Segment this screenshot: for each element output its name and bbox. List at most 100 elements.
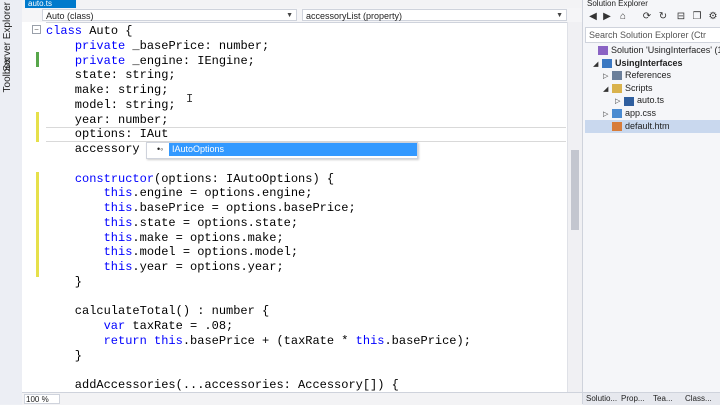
code-keyword: class [46,24,83,38]
code-area[interactable]: class Auto { private _basePrice: number;… [46,22,566,392]
code-line: addAccessories(...accessories: Accessory… [46,378,399,393]
change-bar-unsaved [36,112,39,142]
code-text: _basePrice: number; [125,38,270,53]
navigation-bar: Auto (class) ▼ accessoryList (property) … [22,8,582,23]
editor-tab-bar: auto.ts [22,0,582,8]
expanded-arrow-icon[interactable]: ◢ [603,83,612,96]
forward-icon[interactable]: ▶ [601,11,613,23]
code-line: private _engine: IEngine; [46,54,255,69]
solution-search-input[interactable]: Search Solution Explorer (Ctr [585,27,720,43]
tree-item[interactable]: ▷ References [603,69,671,82]
tree-item-label: UsingInterfaces [615,57,683,68]
tree-item[interactable]: Solution 'UsingInterfaces' (1 p [589,44,720,57]
tree-item-label: Scripts [625,82,653,93]
code-text: .basePrice = options.basePrice; [132,201,356,215]
code-keyword: constructor [74,171,155,186]
code-line: this.make = options.make; [46,231,284,246]
code-keyword: this [103,186,133,201]
code-line: } [46,349,82,364]
code-text: } [46,274,83,289]
tree-item[interactable]: ◢ Scripts [603,82,653,95]
chevron-down-icon: ▼ [556,12,563,19]
code-line: return this.basePrice + (taxRate * this.… [46,334,471,349]
code-line: this.model = options.model; [46,245,298,260]
code-line: private _basePrice: number; [46,39,269,54]
refresh-icon[interactable]: ↻ [657,11,669,23]
properties-icon[interactable]: ⚙ [707,11,719,23]
sync-icon[interactable]: ⟳ [641,11,653,23]
code-line: constructor(options: IAutoOptions) { [46,172,334,187]
tab-solution-explorer[interactable]: Solutio... [586,394,617,404]
tab-class-view[interactable]: Class... [685,394,712,404]
change-bar-unsaved [36,172,39,277]
code-text: (options: IAutoOptions) { [154,171,335,186]
code-line: class Auto { [46,24,132,39]
back-icon[interactable]: ◀ [587,11,599,23]
code-keyword: this [103,201,133,215]
tree-item[interactable]: ◢ UsingInterfaces [593,57,683,70]
code-keyword: this [103,260,133,274]
code-line: make: string; [46,83,169,98]
code-text: .engine = options.engine; [132,186,313,201]
zoom-dropdown[interactable]: 100 % [24,394,60,404]
tree-item-label: default.htm [625,120,670,131]
vertical-scrollbar[interactable] [567,22,583,392]
class-dropdown-value: Auto (class) [46,11,94,21]
interface-icon: •◦ [157,144,164,154]
tab-auto-ts[interactable]: auto.ts [25,0,76,8]
collapse-icon[interactable]: − [32,25,41,34]
code-line: } [46,275,82,290]
tree-item[interactable]: ▷ auto.ts [615,94,664,107]
code-line: this.year = options.year; [46,260,284,275]
left-tool-strip: Server Explorer Toolbox [0,0,23,404]
intellisense-item-selected[interactable]: IAutoOptions [169,143,417,156]
solution-icon [598,46,608,56]
code-editor: auto.ts Auto (class) ▼ accessoryList (pr… [22,0,583,405]
code-keyword: private [74,53,126,68]
code-keyword: this [154,333,183,348]
tab-properties[interactable]: Prop... [621,394,645,404]
code-text: state: string; [46,68,176,83]
code-text: make: string; [46,83,169,97]
code-text: .year = options.year; [132,260,284,274]
chevron-down-icon: ▼ [286,12,293,19]
show-all-files-icon[interactable]: ❐ [691,11,703,23]
class-dropdown[interactable]: Auto (class) ▼ [42,9,297,21]
code-line: this.basePrice = options.basePrice; [46,201,356,216]
code-text: Auto { [82,24,133,38]
tree-item-label: Solution 'UsingInterfaces' (1 p [611,45,720,55]
solution-explorer-toolbar: ◀ ▶ ⌂ ⟳ ↻ ⊟ ❐ ⚙ [583,8,720,26]
code-text: .state = options.state; [132,215,299,230]
tree-item-label: app.css [625,108,657,118]
tab-team-explorer[interactable]: Tea... [653,394,673,404]
expanded-arrow-icon[interactable]: ◢ [593,58,602,71]
mouse-ibeam-icon: I [186,92,194,106]
code-line: options: IAut [46,127,169,142]
code-line: model: string; [46,98,176,113]
code-line: this.state = options.state; [46,216,298,231]
file-icon [624,96,634,106]
tree-item[interactable]: ▷ app.css [603,107,656,120]
solution-explorer-tabs: Solutio... Prop... Tea... Class... [583,392,720,405]
scrollbar-thumb[interactable] [571,150,579,230]
code-line: var taxRate = .08; [46,319,234,334]
tree-item[interactable]: default.htm [603,120,670,133]
editor-gutter: − [22,22,46,392]
toolbox-tab[interactable]: Toolbox [2,58,13,92]
code-keyword: this [103,245,133,260]
home-icon[interactable]: ⌂ [617,11,629,23]
references-icon [612,71,622,81]
panel-title: Solution Explorer [587,0,648,8]
editor-status-bar: 100 % [22,392,582,405]
member-dropdown[interactable]: accessoryList (property) ▼ [302,9,567,21]
collapse-all-icon[interactable]: ⊟ [675,11,687,23]
